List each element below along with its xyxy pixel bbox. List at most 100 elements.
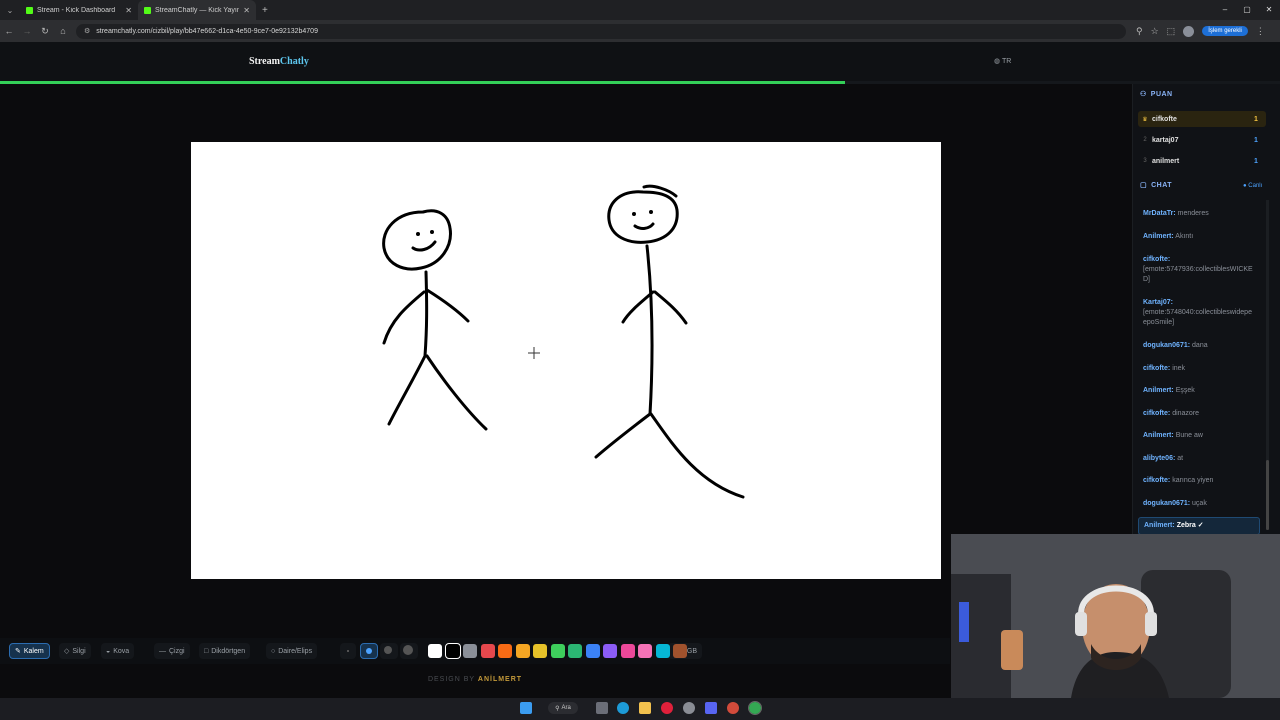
ellipse-tool-button[interactable]: ○ Daire/Elips [266, 643, 318, 659]
color-swatch[interactable] [498, 644, 512, 658]
new-tab-icon[interactable]: + [256, 5, 274, 16]
brush-size-m-button[interactable] [380, 643, 398, 659]
chat-message-correct-guess: Anilmert: Zebra ✓ [1138, 517, 1260, 534]
figure-2-leg-right [649, 412, 745, 499]
chat-username[interactable]: cifkofte: [1143, 365, 1170, 372]
browser-tab-kick-dashboard[interactable]: Stream - Kick Dashboard ✕ [20, 0, 138, 20]
tool-label: Çizgi [169, 647, 185, 655]
opera-icon[interactable] [661, 702, 673, 714]
chat-username[interactable]: alibyte06: [1143, 455, 1175, 462]
users-icon: ⚇ [1140, 91, 1147, 98]
color-swatch[interactable] [603, 644, 617, 658]
chat-scrollbar-thumb[interactable] [1266, 460, 1269, 530]
profile-avatar[interactable] [1183, 25, 1195, 37]
zoom-icon[interactable]: ⚲ [1136, 26, 1143, 37]
language-label: TR [1001, 58, 1012, 65]
scoreboard-row: 2 kartaj07 1 [1138, 132, 1266, 148]
file-explorer-icon[interactable] [639, 702, 651, 714]
language-switcher[interactable]: ◍ TR [994, 57, 1011, 65]
color-swatch[interactable] [515, 644, 530, 658]
chat-username[interactable]: Anilmert: [1143, 233, 1174, 240]
close-tab-icon[interactable]: ✕ [243, 6, 250, 15]
chat-username[interactable]: Anilmert: [1144, 522, 1175, 529]
line-tool-button[interactable]: — Çizgi [154, 643, 190, 659]
extensions-icon[interactable]: ⬚ [1167, 26, 1176, 37]
color-swatch[interactable] [638, 644, 652, 658]
figure-2-smile [633, 222, 655, 230]
address-bar[interactable]: ⚙ streamchatly.com/cizbil/play/bb47e662-… [76, 23, 1126, 39]
chat-message: dogukan0671: uçak [1138, 496, 1260, 512]
update-button[interactable]: İşlem gerekli [1202, 26, 1248, 36]
kick-favicon-icon [26, 6, 33, 14]
color-swatch[interactable] [655, 644, 670, 658]
windows-start-icon[interactable] [520, 702, 532, 714]
scoreboard-header: ⚇ PUAN [1140, 90, 1173, 99]
chat-username[interactable]: cifkofte: [1143, 477, 1170, 484]
edge-icon[interactable] [617, 702, 629, 714]
tab-search-icon[interactable]: ⌄ [0, 6, 20, 15]
taskbar-search[interactable]: ⚲ Ara [548, 702, 578, 714]
brush-size-s-button[interactable] [360, 643, 378, 659]
bucket-tool-button[interactable]: ◒ Kova [101, 643, 135, 659]
tool-label: Silgi [72, 647, 86, 655]
color-swatch[interactable] [568, 644, 582, 658]
brush-size-xs-button[interactable] [340, 643, 356, 659]
reload-icon[interactable]: ↻ [36, 26, 54, 37]
chat-username[interactable]: cifkofte: [1143, 256, 1170, 263]
color-swatch[interactable] [533, 644, 547, 658]
eraser-tool-button[interactable]: ◇ Silgi [59, 643, 91, 659]
chat-username[interactable]: dogukan0671: [1143, 342, 1190, 349]
color-swatch[interactable] [673, 644, 687, 658]
color-swatch[interactable] [585, 644, 600, 658]
drawing-canvas[interactable] [191, 142, 941, 579]
chat-message: Anilmert: Eşşek [1138, 383, 1260, 399]
chat-username[interactable]: Anilmert: [1143, 432, 1174, 439]
footer-credit: DESIGN BY ANİLMERT [0, 676, 950, 683]
task-view-icon[interactable] [596, 702, 608, 714]
color-swatch[interactable] [463, 644, 477, 658]
webcam-overlay [951, 534, 1280, 698]
chat-list[interactable]: MrDataTr: menderes Anilmert: Akıntı cifk… [1138, 202, 1264, 534]
color-swatch[interactable] [620, 644, 635, 658]
color-swatch[interactable] [550, 644, 565, 658]
color-swatch[interactable] [480, 644, 495, 658]
app-icon[interactable] [727, 702, 739, 714]
chat-username[interactable]: Anilmert: [1143, 387, 1174, 394]
color-swatch[interactable] [428, 644, 442, 658]
chat-username[interactable]: MrDataTr: [1143, 210, 1176, 217]
browser-tab-strip: ⌄ Stream - Kick Dashboard ✕ StreamChatly… [0, 0, 1280, 20]
chat-username[interactable]: cifkofte: [1143, 410, 1170, 417]
back-icon[interactable]: ← [0, 26, 18, 36]
browser-menu-icon[interactable]: ⋮ [1256, 26, 1265, 37]
home-icon[interactable]: ⌂ [54, 26, 72, 36]
bookmark-star-icon[interactable]: ☆ [1151, 26, 1159, 37]
chat-username[interactable]: Kartaj07: [1143, 299, 1173, 306]
bucket-icon: ◒ [106, 647, 111, 655]
settings-icon[interactable] [683, 702, 695, 714]
browser-tab-streamchatly[interactable]: StreamChatly — Kick Yayıncıla ✕ [138, 0, 256, 20]
color-swatch[interactable] [444, 643, 461, 659]
rectangle-tool-button[interactable]: □ Dikdörtgen [199, 643, 251, 659]
pen-tool-button[interactable]: ✎ Kalem [9, 643, 50, 659]
close-tab-icon[interactable]: ✕ [125, 6, 132, 15]
chat-text: at [1177, 455, 1184, 462]
close-window-icon[interactable]: ✕ [1258, 0, 1280, 20]
minimize-icon[interactable]: – [1214, 0, 1236, 20]
tool-label: Daire/Elips [278, 647, 313, 655]
chat-username[interactable]: dogukan0671: [1143, 500, 1190, 507]
logo-text-main: Stream [249, 56, 280, 67]
figure-2-body [645, 244, 654, 416]
chrome-icon[interactable] [748, 701, 762, 715]
brush-size-l-button[interactable] [400, 643, 418, 659]
live-indicator: ● Canlı [1243, 183, 1262, 189]
chat-message: MrDataTr: menderes [1138, 206, 1260, 222]
live-label: Canlı [1248, 183, 1263, 189]
app-logo[interactable]: StreamChatly [249, 56, 309, 67]
chat-message: cifkofte: [emote:5747936:collectiblesWICK… [1138, 252, 1260, 288]
site-info-icon[interactable]: ⚙ [84, 27, 90, 35]
player-name: cifkofte [1152, 115, 1177, 123]
figure-2-leg-left [594, 412, 652, 459]
maximize-icon[interactable]: ▢ [1236, 0, 1258, 20]
forward-icon[interactable]: → [18, 26, 36, 36]
discord-icon[interactable] [705, 702, 717, 714]
